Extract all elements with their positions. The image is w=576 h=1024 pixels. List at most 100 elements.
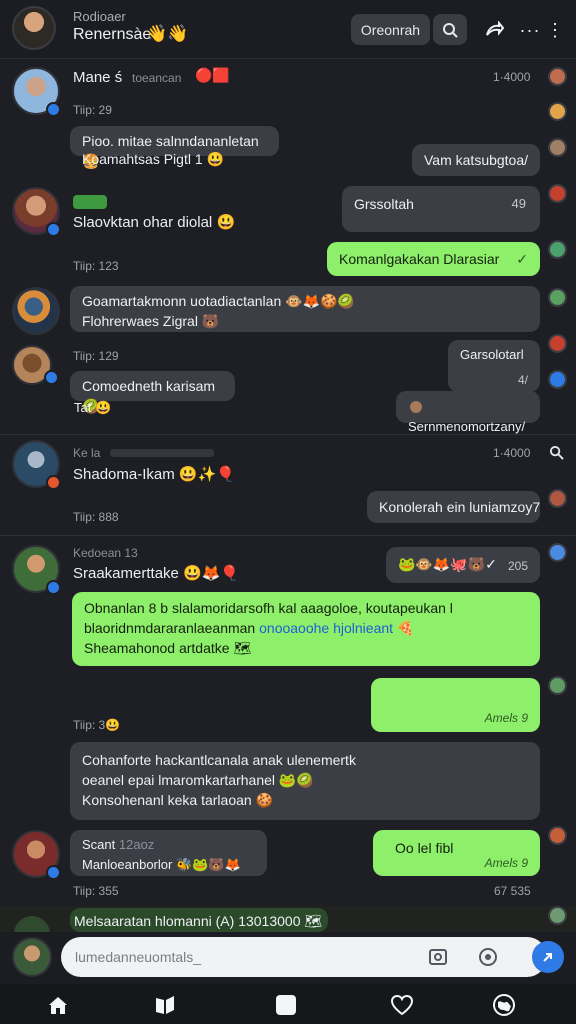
message-text: Comoedneth karisam [82, 378, 216, 394]
message-text: Komanlgakakan Dlarasiar [339, 251, 500, 267]
message-time: 1·4000 [493, 70, 531, 84]
profile-avatar[interactable] [12, 6, 56, 50]
status-tag [73, 195, 107, 209]
home-icon[interactable] [44, 992, 72, 1018]
message-time: 1·4000 [493, 446, 531, 460]
verified-badge [46, 102, 61, 117]
message-emoji: 🍕 [396, 620, 415, 636]
message-emoji: 🐻 [201, 313, 220, 329]
sender-emoji: 🔴🟥 [195, 67, 230, 83]
book-icon[interactable] [151, 992, 179, 1018]
header-subtitle: Rodioaer [73, 9, 126, 24]
sender-emoji: 😃 [216, 214, 236, 231]
read-check-icon: ✓ [516, 251, 528, 267]
message-text-line: Konsohenanl keka tarlaoan 🍪 [82, 790, 528, 810]
message-text: Garsolotarl [460, 347, 524, 362]
message-text: Grssoltah [354, 196, 414, 212]
more-vertical-icon[interactable]: ⋮ [546, 16, 564, 44]
section-divider [0, 535, 576, 536]
message-text-line: Goamartakmonn uotadiactanlan 🐵🦊🍪🥝 [82, 291, 528, 311]
sender-mini-avatar [408, 398, 424, 415]
message-emoji: 🗺 [233, 640, 252, 656]
redacted-handle [110, 449, 214, 457]
share-icon[interactable] [480, 16, 508, 44]
reader-avatar [548, 826, 567, 845]
verified-badge [46, 865, 61, 880]
reader-avatar [548, 184, 567, 203]
sender-name-text: Scant [82, 837, 116, 852]
message-number: (A) 13013000 [215, 913, 301, 929]
message-text: oeanel epai lmaromkartarhanel [82, 772, 275, 788]
message-bubble[interactable]: Obnanlan 8 b slalamoridarsofh kal aaagol… [72, 592, 540, 666]
message-bubble[interactable]: Goamartakmonn uotadiactanlan 🐵🦊🍪🥝 Flohre… [70, 286, 540, 332]
message-emoji: 🍪 [255, 792, 274, 808]
sender-handle: toeancan [132, 71, 182, 85]
message-bubble[interactable]: Vam katsubgtoa/ [412, 144, 540, 176]
message-emoji: 😃 [94, 400, 112, 415]
header-divider [0, 58, 576, 59]
message-meta: Amels 9 [484, 711, 528, 725]
message-text: Goamartakmonn uotadiactanlan [82, 293, 282, 309]
message-text-line: Sheamahonod artdatke 🗺 [84, 638, 528, 658]
more-icon[interactable]: ··· [516, 16, 544, 44]
reader-avatar [548, 240, 567, 259]
message-text: Konolerah ein luniamzoy7 [379, 499, 541, 515]
message-bubble[interactable]: Konolerah ein luniamzoy7 [367, 491, 540, 523]
message-bubble[interactable]: Grssoltah 49 [342, 186, 540, 232]
search-button[interactable] [433, 14, 467, 45]
header-title: Renernsàe [73, 26, 152, 43]
message-meta: 49 [511, 196, 526, 211]
sender-name[interactable]: Shadoma-Ikam 😃✨🎈 [73, 465, 235, 483]
search-icon[interactable] [546, 442, 566, 462]
reader-avatar [548, 489, 567, 508]
send-button[interactable] [532, 941, 564, 973]
composer-avatar[interactable] [12, 937, 52, 977]
verified-badge [44, 370, 59, 385]
sender-name-text: Shadoma-Ikam [73, 466, 175, 483]
message-text-line: Scant 12aoz [82, 835, 255, 855]
sender-name[interactable]: Mane ś [73, 69, 122, 86]
message-bubble[interactable]: Cohanforte hackantlcanala anak ulenemert… [70, 742, 540, 820]
message-bubble[interactable]: Comoedneth karisam 🥝 [70, 371, 235, 414]
message-bubble[interactable]: Oo lel fibl Amels 9 [373, 830, 540, 876]
message-text: Sernmenomortzany/ [408, 419, 526, 434]
message-text-line: Flohrerwaes Zigral 🐻 [82, 311, 528, 331]
message-bubble[interactable]: Garsolotarl 4/ [448, 340, 540, 392]
message-text-line: blaoridnmdararanlaeanman onooaoohe hjoln… [84, 618, 528, 638]
sender-name-text: Sraakamerttake [73, 565, 179, 582]
reactions-bar[interactable]: 🐸🐵🦊🐙🐻✓ 205 [386, 547, 540, 583]
sender-name[interactable]: Sraakamerttake 😃🦊🎈 [73, 564, 239, 582]
avatar[interactable] [12, 287, 60, 335]
message-meta: Tiip: 123 [73, 259, 119, 273]
message-meta: Amels 9 [484, 856, 528, 870]
globe-icon[interactable] [490, 992, 518, 1018]
sender-name[interactable]: Slaovktan ohar diolal 😃 [73, 213, 235, 231]
reader-avatar [548, 334, 567, 353]
message-text: Tat [74, 400, 92, 415]
image-icon[interactable] [428, 947, 448, 967]
message-text: Koamahtsas Pigtl 1 [82, 151, 203, 167]
message-meta: Tiip: 129 [73, 349, 119, 363]
square-icon[interactable] [272, 992, 300, 1018]
message-bubble[interactable]: Amels 9 [371, 678, 540, 732]
sender-emoji: 😃✨🎈 [178, 466, 235, 483]
reader-avatar [548, 676, 567, 695]
reader-avatar [548, 906, 567, 925]
message-bubble[interactable]: Komanlgakakan Dlarasiar ✓ [327, 242, 540, 276]
pinned-message[interactable]: Melsaaratan hlomanni (A) 13013000 🗺 [70, 908, 328, 932]
message-bubble[interactable]: Sernmenomortzany/ [396, 391, 540, 434]
primary-header-button[interactable]: Oreonrah [351, 14, 430, 45]
camera-icon[interactable] [478, 947, 498, 967]
message-bubble[interactable]: Scant 12aoz Manloeanborlor 🐝🐸🐻🦊 [70, 830, 267, 876]
message-text: Melsaaratan hlomanni [74, 913, 212, 929]
message-text-line: Manloeanborlor 🐝🐸🐻🦊 [82, 855, 255, 875]
message-emoji: 🐸🥝 [278, 772, 314, 788]
sender-handle: 12aoz [118, 837, 155, 852]
message-link[interactable]: onooaoohe hjolnieant [259, 620, 393, 636]
verified-badge [46, 222, 61, 237]
message-meta: Tiip: 888 [73, 510, 119, 524]
section-divider [0, 434, 576, 435]
sender-handle: Kedoean 13 [73, 546, 138, 560]
message-emoji: 😃 [206, 151, 224, 167]
heart-icon[interactable] [388, 992, 416, 1018]
